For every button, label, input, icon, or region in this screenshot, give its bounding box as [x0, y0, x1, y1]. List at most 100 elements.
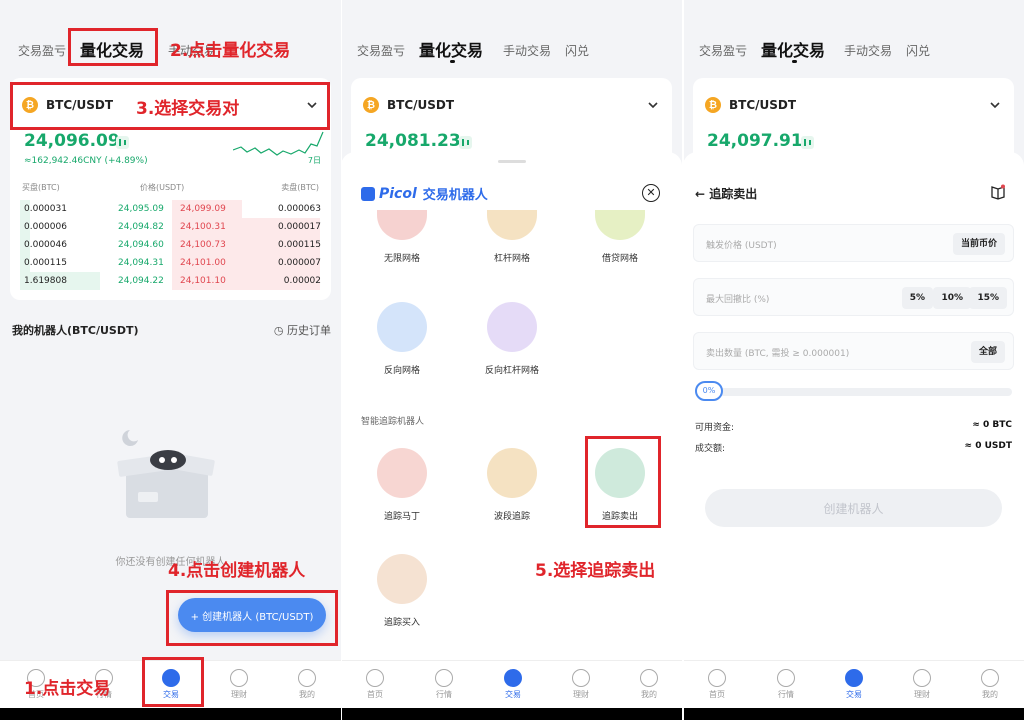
- history-label: 历史订单: [287, 324, 331, 337]
- orderbook-cell-bid-price: 24,095.09: [118, 204, 164, 214]
- pct-chip-5[interactable]: 5%: [901, 287, 933, 309]
- tab-flash[interactable]: 闪兑: [906, 42, 930, 59]
- orderbook-cell-bid: 0.000006: [24, 222, 67, 232]
- tab-profit[interactable]: 交易盈亏: [18, 42, 66, 59]
- sheet-handle[interactable]: [497, 160, 526, 163]
- range-label: 7日: [307, 156, 321, 165]
- tab-profit[interactable]: 交易盈亏: [699, 42, 747, 59]
- btc-coin-icon: ₿: [363, 97, 379, 113]
- bot-leverage-grid[interactable]: 杠杆网格: [467, 210, 557, 265]
- annotation-box-quant: [68, 28, 158, 66]
- tab-profit[interactable]: 交易盈亏: [357, 42, 405, 59]
- system-bar: [0, 708, 341, 720]
- panel-bot-picker: 交易盈亏 量化交易 手动交易 闪兑 ₿ BTC/USDT 24,081.23 P…: [341, 0, 682, 720]
- close-icon[interactable]: ✕: [642, 184, 660, 202]
- all-chip[interactable]: 全部: [970, 341, 1005, 363]
- panel-trailing-sell: 交易盈亏 量化交易 手动交易 闪兑 ₿ BTC/USDT 24,097.91 ←…: [683, 0, 1024, 720]
- pair-selector[interactable]: ₿ BTC/USDT: [363, 92, 660, 118]
- annotation-3: 3.选择交易对: [136, 99, 240, 119]
- tab-indicator: [792, 60, 797, 63]
- bot-lending-grid[interactable]: 借贷网格: [575, 210, 665, 265]
- pct-chip-15[interactable]: 15%: [969, 287, 1007, 309]
- orderbook-row: 1.619808 24,094.22 24,101.10 0.00002: [20, 272, 321, 290]
- pair-name: BTC/USDT: [387, 98, 455, 112]
- tab-quant[interactable]: 量化交易: [761, 37, 825, 61]
- bot-reverse-leverage-grid[interactable]: 反向杠杆网格: [467, 302, 557, 377]
- smart-section-title: 智能追踪机器人: [361, 417, 425, 427]
- annotation-box-trailing-sell: [585, 436, 661, 528]
- trade-icon: [504, 669, 522, 687]
- col-ask: 卖盘(BTC): [281, 183, 319, 192]
- current-price-chip[interactable]: 当前币价: [952, 233, 1005, 255]
- nav-market[interactable]: 行情: [766, 669, 806, 700]
- empty-robot-illustration: [117, 430, 215, 518]
- chart-icon: [777, 669, 795, 687]
- bot-infinite-grid[interactable]: 无限网格: [357, 210, 447, 265]
- nav-me[interactable]: 我的: [287, 669, 327, 700]
- home-icon: [708, 669, 726, 687]
- amount-slider-track[interactable]: [695, 388, 1012, 396]
- diamond-icon: [572, 669, 590, 687]
- my-bots-title[interactable]: 我的机器人(BTC/USDT): [12, 322, 139, 338]
- orderbook-cell-bid: 1.619808: [24, 276, 67, 286]
- brand-subtitle: 交易机器人: [422, 188, 488, 203]
- orderbook-cell-ask-price: 24,101.00: [180, 258, 226, 268]
- create-bot-button[interactable]: 创建机器人: [705, 489, 1002, 527]
- col-price: 价格(USDT): [140, 183, 185, 192]
- tab-manual[interactable]: 手动交易: [844, 42, 892, 59]
- pullback-field[interactable]: 最大回撤比 (%) 5% 10% 15%: [693, 278, 1014, 316]
- target-icon: [377, 448, 427, 498]
- trigger-price-field[interactable]: 触发价格 (USDT) 当前币价: [693, 224, 1014, 262]
- bot-reverse-grid[interactable]: 反向网格: [357, 302, 447, 377]
- bot-swing-trailing[interactable]: 波段追踪: [467, 448, 557, 523]
- col-bid: 买盘(BTC): [22, 183, 60, 192]
- diamond-icon: [913, 669, 931, 687]
- nav-trade[interactable]: 交易: [834, 669, 874, 700]
- trailing-sell-form: ← 追踪卖出 触发价格 (USDT) 当前币价 最大回撤比 (%) 5% 10%…: [683, 152, 1024, 720]
- nav-market[interactable]: 行情: [424, 669, 464, 700]
- orderbook-cell-ask: 0.000007: [278, 258, 321, 268]
- tab-quant[interactable]: 量化交易: [419, 37, 483, 61]
- book-icon[interactable]: [990, 184, 1006, 200]
- price-last: 24,096.09: [24, 131, 120, 151]
- nav-trade[interactable]: 交易: [493, 669, 533, 700]
- tab-flash[interactable]: 闪兑: [565, 42, 589, 59]
- user-icon: [981, 669, 999, 687]
- annotation-box-create: [166, 590, 338, 646]
- candle-icon: [116, 136, 129, 149]
- form-header[interactable]: ← 追踪卖出: [695, 185, 757, 202]
- down-trend-icon: [377, 302, 427, 352]
- nav-me[interactable]: 我的: [629, 669, 669, 700]
- nav-finance[interactable]: 理财: [219, 669, 259, 700]
- bot-trailing-buy[interactable]: 追踪买入: [357, 554, 447, 629]
- candle-icon: [459, 136, 472, 149]
- tab-manual[interactable]: 手动交易: [503, 42, 551, 59]
- trade-icon: [845, 669, 863, 687]
- sell-amount-field[interactable]: 卖出数量 (BTC, 需投 ≥ 0.000001) 全部: [693, 332, 1014, 370]
- pair-selector[interactable]: ₿ BTC/USDT: [705, 92, 1002, 118]
- nav-finance[interactable]: 理财: [902, 669, 942, 700]
- orderbook-cell-ask: 0.000115: [278, 240, 321, 250]
- annotation-5: 5.选择追踪卖出: [535, 561, 656, 581]
- system-bar: [341, 708, 682, 720]
- pct-chip-10[interactable]: 10%: [933, 287, 971, 309]
- annotation-box-trade: [142, 657, 204, 707]
- bottom-nav: 首页 行情 交易 理财 我的: [683, 660, 1024, 708]
- diamond-icon: [230, 669, 248, 687]
- bot-trailing-martingale[interactable]: 追踪马丁: [357, 448, 447, 523]
- home-icon: [366, 669, 384, 687]
- orderbook-row: 0.000115 24,094.31 24,101.00 0.000007: [20, 254, 321, 272]
- tab-indicator: [450, 60, 455, 63]
- nav-finance[interactable]: 理财: [561, 669, 601, 700]
- amount-slider-knob[interactable]: 0%: [695, 381, 723, 401]
- nav-home[interactable]: 首页: [697, 669, 737, 700]
- annotation-2: 2.点击量化交易: [170, 41, 291, 61]
- brand: Picol 交易机器人: [361, 184, 488, 203]
- history-orders-link[interactable]: ◷ 历史订单: [274, 322, 331, 338]
- orderbook-header: 买盘(BTC) 价格(USDT) 卖盘(BTC): [22, 182, 319, 196]
- orderbook-cell-ask: 0.00002: [283, 276, 321, 286]
- nav-me[interactable]: 我的: [970, 669, 1010, 700]
- nav-home[interactable]: 首页: [355, 669, 395, 700]
- chart-icon: [435, 669, 453, 687]
- top-tabs: 交易盈亏 量化交易 手动交易 闪兑: [683, 36, 1024, 66]
